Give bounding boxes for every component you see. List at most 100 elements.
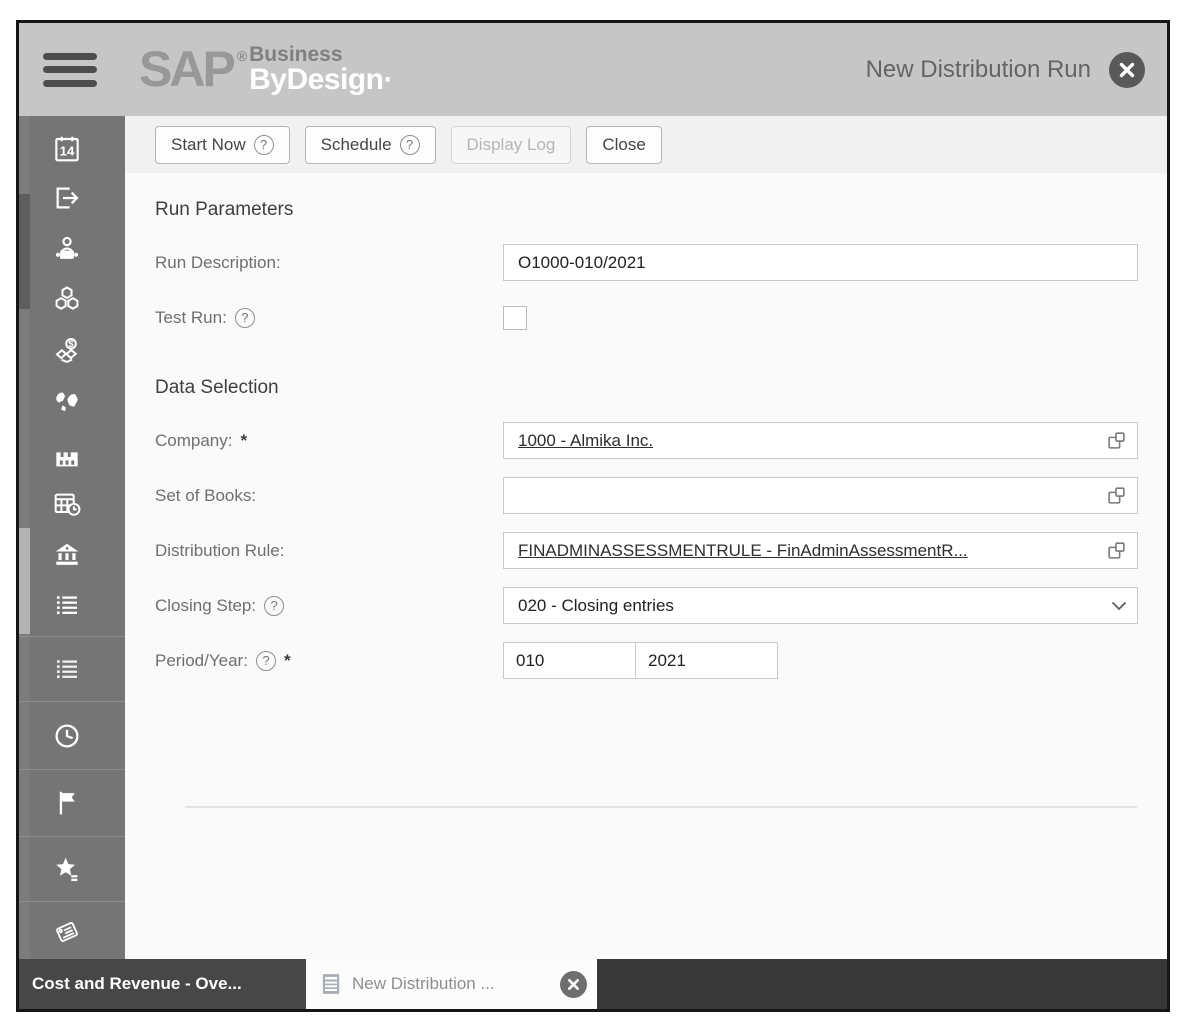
action-toolbar: Start Now ? Schedule ? Display Log Close (125, 116, 1167, 173)
year-input[interactable] (635, 642, 778, 679)
close-icon (567, 978, 580, 991)
sidebar-separator (19, 701, 125, 702)
sidebar-item-factory[interactable] (50, 440, 84, 474)
sidebar-item-list-secondary[interactable] (50, 652, 84, 686)
sidebar-separator (19, 836, 125, 837)
sidebar-separator (19, 769, 125, 770)
sidebar-item-leave[interactable] (50, 181, 84, 215)
sidebar-item-tags[interactable] (50, 915, 84, 949)
value-help-icon (1106, 540, 1127, 561)
list-icon (51, 653, 83, 685)
sales-deal-icon: $ (51, 335, 83, 367)
company-value-help-button[interactable] (1106, 430, 1127, 451)
distribution-rule-value-help-button[interactable] (1106, 540, 1127, 561)
sidebar-separator (19, 901, 125, 902)
company-field[interactable]: 1000 - Almika Inc. (503, 422, 1138, 459)
company-value-link[interactable]: 1000 - Almika Inc. (518, 431, 653, 451)
calendar-day-icon: 14 (51, 133, 83, 165)
section-title-run-parameters: Run Parameters (155, 199, 1167, 221)
run-description-input[interactable] (503, 244, 1138, 281)
taskbar-tab-label: New Distribution ... (352, 974, 550, 994)
calendar-clock-icon (51, 488, 83, 520)
app-header: SAP ® Business ByDesign· New Distributio… (19, 23, 1167, 116)
schedule-label: Schedule (321, 135, 392, 155)
list-icon (51, 589, 83, 621)
sidebar-item-scheduling[interactable] (50, 487, 84, 521)
flag-icon (51, 787, 83, 819)
history-clock-icon (51, 720, 83, 752)
registered-mark: ® (237, 48, 247, 64)
sidebar-item-worklist[interactable] (50, 588, 84, 622)
document-icon (320, 972, 342, 996)
test-run-checkbox[interactable] (503, 306, 527, 330)
set-of-books-value-help-button[interactable] (1106, 485, 1127, 506)
value-help-icon (1106, 430, 1127, 451)
taskbar-tab-cost-and-revenue[interactable]: Cost and Revenue - Ove... (19, 959, 306, 1009)
closing-step-label: Closing Step: (155, 596, 256, 616)
help-icon[interactable]: ? (400, 135, 420, 155)
window-body: 14 (19, 116, 1167, 959)
hamburger-menu-icon[interactable] (43, 53, 97, 87)
sap-logo-text: SAP (139, 46, 233, 92)
distribution-rule-value-link[interactable]: FINADMINASSESSMENTRULE - FinAdminAssessm… (518, 541, 968, 561)
sidebar-item-calendar[interactable]: 14 (50, 132, 84, 166)
form-content: Run Parameters Run Description: Test Run… (125, 173, 1167, 959)
service-agent-icon (51, 233, 83, 265)
sidebar-item-favorites[interactable] (50, 852, 84, 886)
svg-text:$: $ (68, 339, 74, 349)
leave-transfer-icon (51, 182, 83, 214)
help-icon[interactable]: ? (235, 308, 255, 328)
close-button[interactable]: Close (586, 126, 661, 164)
required-indicator: * (240, 431, 247, 451)
svg-text:14: 14 (60, 144, 75, 159)
navigation-sidebar: 14 (19, 116, 125, 959)
close-icon (1118, 61, 1136, 79)
closing-step-value: 020 - Closing entries (518, 596, 674, 616)
start-now-label: Start Now (171, 135, 246, 155)
world-map-icon (51, 386, 83, 418)
sidebar-separator (19, 636, 125, 637)
distribution-rule-label: Distribution Rule: (155, 541, 284, 561)
taskbar-tab-new-distribution[interactable]: New Distribution ... (306, 959, 597, 1009)
help-icon[interactable]: ? (256, 651, 276, 671)
hamburger-bar (43, 53, 97, 60)
start-now-button[interactable]: Start Now ? (155, 126, 290, 164)
sidebar-scroll-segment[interactable] (19, 194, 30, 309)
closing-step-select[interactable]: 020 - Closing entries (503, 587, 1138, 624)
closing-step-row: Closing Step: ? 020 - Closing entries (155, 578, 1167, 633)
set-of-books-field[interactable] (503, 477, 1138, 514)
sidebar-item-products[interactable] (50, 283, 84, 317)
period-year-label: Period/Year: (155, 651, 248, 671)
screenshot-page: SAP ® Business ByDesign· New Distributio… (0, 0, 1188, 1032)
sidebar-item-flags[interactable] (50, 786, 84, 820)
bank-icon (51, 539, 83, 571)
taskbar-tab-label: Cost and Revenue - Ove... (32, 974, 242, 994)
help-icon[interactable]: ? (254, 135, 274, 155)
period-input[interactable] (503, 642, 635, 679)
value-help-icon (1106, 485, 1127, 506)
help-icon[interactable]: ? (264, 596, 284, 616)
sidebar-item-sales-deal[interactable]: $ (50, 334, 84, 368)
bottom-taskbar: Cost and Revenue - Ove... New Distributi… (19, 959, 1167, 1009)
factory-icon (51, 441, 83, 473)
sidebar-item-history[interactable] (50, 719, 84, 753)
content-divider (185, 806, 1137, 808)
schedule-button[interactable]: Schedule ? (305, 126, 436, 164)
distribution-rule-field[interactable]: FINADMINASSESSMENTRULE - FinAdminAssessm… (503, 532, 1138, 569)
display-log-label: Display Log (467, 135, 556, 155)
sidebar-item-world[interactable] (50, 385, 84, 419)
tab-close-button[interactable] (560, 971, 587, 998)
main-panel: Start Now ? Schedule ? Display Log Close (125, 116, 1167, 959)
product-cubes-icon (51, 284, 83, 316)
run-description-row: Run Description: (155, 235, 1167, 290)
logo-bydesign-text: ByDesign· (249, 66, 393, 94)
display-log-button: Display Log (451, 126, 572, 164)
tags-icon (51, 916, 83, 948)
sidebar-item-bank[interactable] (50, 538, 84, 572)
company-row: Company: * 1000 - Almika Inc. (155, 413, 1167, 468)
close-window-button[interactable] (1109, 52, 1145, 88)
sidebar-item-service-agent[interactable] (50, 232, 84, 266)
set-of-books-label: Set of Books: (155, 486, 256, 506)
chevron-down-icon (1111, 601, 1127, 611)
sidebar-scroll-thumb[interactable] (19, 528, 30, 634)
